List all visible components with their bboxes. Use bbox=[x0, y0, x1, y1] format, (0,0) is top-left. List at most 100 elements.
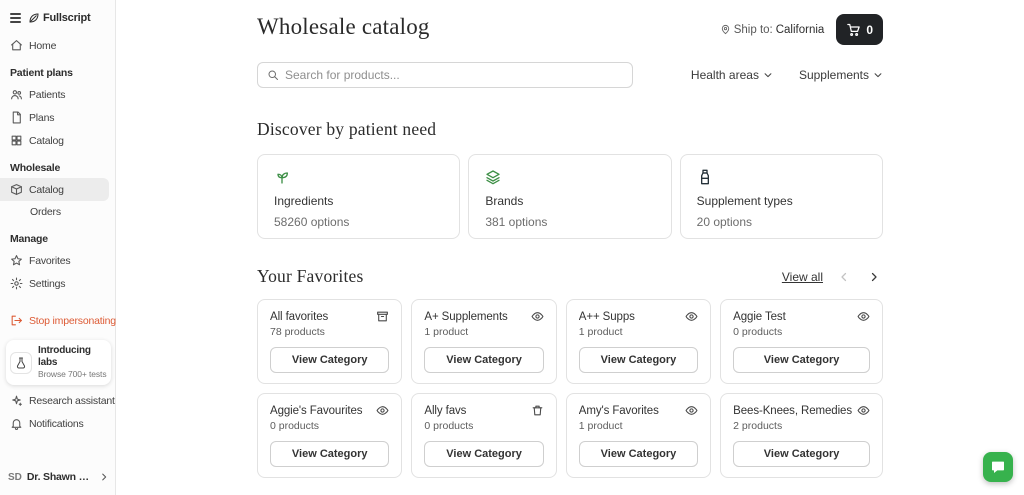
page-title: Wholesale catalog bbox=[257, 14, 430, 40]
sidebar-item-label: Favorites bbox=[29, 255, 70, 267]
leaf-logo-icon bbox=[28, 12, 40, 24]
sparkle-icon bbox=[10, 394, 23, 407]
sidebar-item-home[interactable]: Home bbox=[0, 34, 115, 57]
sidebar-item-settings[interactable]: Settings bbox=[0, 272, 115, 295]
favorite-card: Aggie's Favourites 0 products View Categ… bbox=[257, 393, 402, 478]
sidebar-item-label: Catalog bbox=[29, 184, 64, 196]
eye-icon bbox=[685, 404, 698, 417]
supplements-label: Supplements bbox=[799, 68, 869, 82]
favorite-title: Bees-Knees, Remedies bbox=[733, 404, 852, 418]
sidebar-item-plans[interactable]: Plans bbox=[0, 106, 115, 129]
patients-icon bbox=[10, 88, 23, 101]
favorites-header-row: Your Favorites View all bbox=[257, 266, 883, 287]
discover-card-supplement-types[interactable]: Supplement types 20 options bbox=[680, 154, 883, 239]
fullscript-logo[interactable]: Fullscript bbox=[28, 12, 91, 24]
chat-bubble-icon bbox=[990, 459, 1006, 475]
favorite-title: Aggie's Favourites bbox=[270, 404, 371, 418]
eye-icon bbox=[857, 404, 870, 417]
chevron-right-icon bbox=[868, 271, 880, 283]
favorite-card: A++ Supps 1 product View Category bbox=[566, 299, 711, 384]
favorite-card: A+ Supplements 1 product View Category bbox=[411, 299, 556, 384]
favorite-card: Aggie Test 0 products View Category bbox=[720, 299, 883, 384]
favorite-title: Amy's Favorites bbox=[579, 404, 680, 418]
view-category-button[interactable]: View Category bbox=[424, 347, 543, 373]
discover-card-title: Ingredients bbox=[274, 194, 443, 208]
seedling-icon bbox=[274, 169, 443, 186]
sidebar-item-patients[interactable]: Patients bbox=[0, 83, 115, 106]
favorite-count: 1 product bbox=[424, 326, 543, 338]
favorite-title: Aggie Test bbox=[733, 310, 852, 324]
cart-button[interactable]: 0 bbox=[836, 14, 883, 45]
favorite-count: 2 products bbox=[733, 420, 870, 432]
sidebar-item-label: Notifications bbox=[29, 418, 84, 430]
favorite-count: 78 products bbox=[270, 326, 389, 338]
brand-name: Fullscript bbox=[43, 12, 91, 24]
eye-icon bbox=[685, 310, 698, 323]
discover-card-title: Supplement types bbox=[697, 194, 866, 208]
sidebar-item-catalog-wholesale[interactable]: Catalog bbox=[0, 178, 109, 201]
view-category-button[interactable]: View Category bbox=[579, 441, 698, 467]
view-category-button[interactable]: View Category bbox=[270, 347, 389, 373]
bell-icon bbox=[10, 417, 23, 430]
view-category-button[interactable]: View Category bbox=[579, 347, 698, 373]
favorite-title: A++ Supps bbox=[579, 310, 680, 324]
favorites-next-button[interactable] bbox=[865, 268, 883, 286]
sidebar-item-label: Catalog bbox=[29, 135, 64, 147]
search-icon bbox=[267, 69, 279, 81]
favorites-heading: Your Favorites bbox=[257, 266, 364, 287]
menu-icon[interactable] bbox=[10, 13, 21, 23]
view-category-button[interactable]: View Category bbox=[270, 441, 389, 467]
main-content: Wholesale catalog Ship to: California 0 bbox=[116, 0, 1024, 495]
catalog-icon bbox=[10, 183, 23, 196]
location-pin-icon bbox=[720, 24, 731, 35]
section-label-wholesale: Wholesale bbox=[0, 152, 115, 178]
labs-promo-title: Introducing labs bbox=[38, 345, 107, 369]
sidebar-item-notifications[interactable]: Notifications bbox=[0, 412, 115, 435]
favorite-card: Amy's Favorites 1 product View Category bbox=[566, 393, 711, 478]
discover-card-subtitle: 381 options bbox=[485, 215, 654, 229]
sidebar-item-catalog-patient[interactable]: Catalog bbox=[0, 129, 115, 152]
plans-icon bbox=[10, 111, 23, 124]
archive-icon bbox=[376, 310, 389, 323]
ship-to-value[interactable]: California bbox=[776, 24, 825, 36]
search-input[interactable] bbox=[285, 68, 623, 82]
lab-icon bbox=[10, 352, 32, 374]
favorite-count: 0 products bbox=[270, 420, 389, 432]
labs-promo-subtitle: Browse 700+ tests bbox=[38, 369, 107, 380]
favorite-count: 1 product bbox=[579, 420, 698, 432]
gear-icon bbox=[10, 277, 23, 290]
favorite-title: All favorites bbox=[270, 310, 371, 324]
discover-card-ingredients[interactable]: Ingredients 58260 options bbox=[257, 154, 460, 239]
sidebar-item-research-assistant[interactable]: Research assistant bbox=[0, 389, 115, 412]
trash-icon bbox=[531, 404, 544, 417]
stop-impersonating-button[interactable]: Stop impersonating bbox=[0, 309, 115, 332]
supplements-dropdown[interactable]: Supplements bbox=[799, 68, 883, 82]
favorite-card: All favorites 78 products View Category bbox=[257, 299, 402, 384]
ship-to-label: Ship to: bbox=[734, 24, 773, 36]
view-category-button[interactable]: View Category bbox=[424, 441, 543, 467]
user-menu[interactable]: SD Dr. Shawn D... bbox=[0, 461, 115, 495]
favorite-count: 0 products bbox=[733, 326, 870, 338]
favorites-prev-button[interactable] bbox=[835, 268, 853, 286]
health-areas-dropdown[interactable]: Health areas bbox=[691, 68, 773, 82]
view-all-link[interactable]: View all bbox=[782, 270, 823, 284]
favorites-grid: All favorites 78 products View Category … bbox=[257, 299, 883, 478]
labs-promo-banner[interactable]: Introducing labs Browse 700+ tests bbox=[6, 340, 111, 385]
user-initials: SD bbox=[8, 472, 22, 483]
stop-impersonating-label: Stop impersonating bbox=[29, 315, 116, 327]
section-label-patient-plans: Patient plans bbox=[0, 57, 115, 83]
eye-icon bbox=[857, 310, 870, 323]
view-category-button[interactable]: View Category bbox=[733, 347, 870, 373]
search-box bbox=[257, 62, 633, 88]
chevron-down-icon bbox=[873, 70, 883, 80]
sidebar-item-orders[interactable]: Orders bbox=[0, 201, 115, 223]
discover-card-title: Brands bbox=[485, 194, 654, 208]
chat-launcher-button[interactable] bbox=[983, 452, 1013, 482]
discover-card-brands[interactable]: Brands 381 options bbox=[468, 154, 671, 239]
ship-to: Ship to: California bbox=[720, 24, 825, 36]
view-category-button[interactable]: View Category bbox=[733, 441, 870, 467]
sidebar-item-label: Settings bbox=[29, 278, 65, 290]
sidebar-item-favorites[interactable]: Favorites bbox=[0, 249, 115, 272]
home-icon bbox=[10, 39, 23, 52]
sidebar-item-label: Research assistant bbox=[29, 395, 115, 407]
